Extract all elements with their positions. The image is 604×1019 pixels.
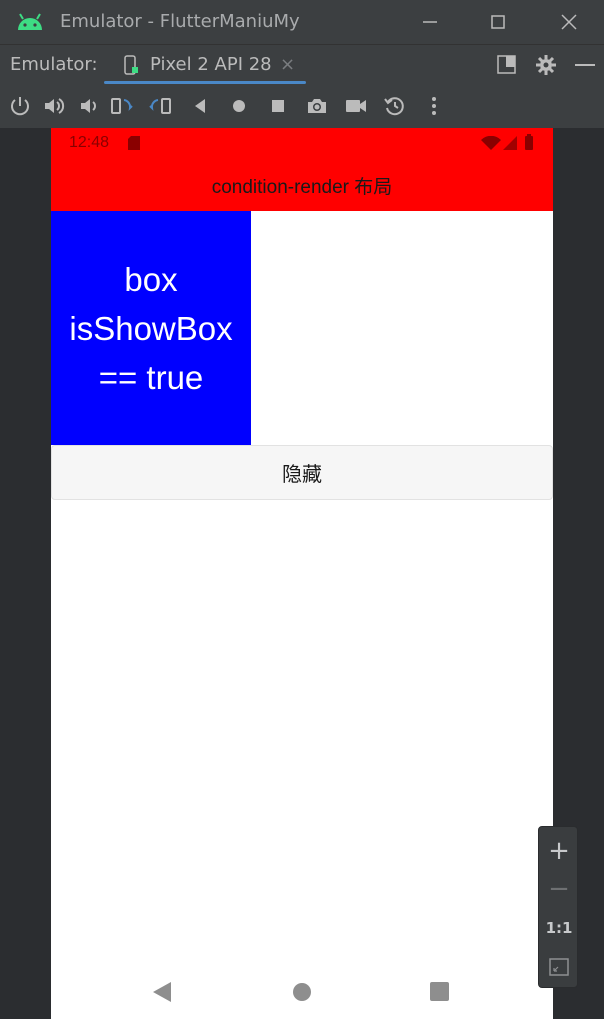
page-title: condition-render 布局 <box>211 177 393 198</box>
nav-home-icon[interactable] <box>291 981 313 1003</box>
android-nav-bar <box>51 968 553 1016</box>
layout-icon[interactable] <box>497 55 517 75</box>
zoom-controls: + − 1:1 <box>538 826 578 988</box>
nav-overview-icon[interactable] <box>429 981 451 1003</box>
more-icon[interactable] <box>422 94 446 118</box>
maximize-button[interactable] <box>484 8 512 36</box>
hide-button[interactable]: 隐藏 <box>51 445 553 500</box>
overview-icon[interactable] <box>266 94 290 118</box>
tab-pixel-2-api-28[interactable]: Pixel 2 API 28 × <box>104 45 306 85</box>
screenrecord-icon[interactable] <box>344 94 368 118</box>
box-line: == true <box>98 358 204 396</box>
nav-back-icon[interactable] <box>151 981 173 1003</box>
android-logo-icon <box>18 13 42 30</box>
zoom-one-to-one-button[interactable]: 1:1 <box>539 912 579 944</box>
rotate-right-icon[interactable] <box>148 94 172 118</box>
fit-screen-icon <box>549 958 569 976</box>
device-tab-label: Pixel 2 API 28 <box>150 54 272 75</box>
volume-up-icon[interactable] <box>42 94 66 118</box>
minimize-panel-icon[interactable] <box>575 63 595 67</box>
window-titlebar: Emulator - FlutterManiuMy <box>0 0 604 44</box>
power-icon[interactable] <box>8 94 32 118</box>
home-icon[interactable] <box>227 94 251 118</box>
wifi-icon <box>481 136 501 150</box>
box-line: box <box>124 260 178 298</box>
emulator-tabbar: Emulator: Pixel 2 API 28 × <box>0 44 604 84</box>
device-icon <box>124 55 138 75</box>
status-time: 12:48 <box>69 134 110 151</box>
maximize-icon <box>491 15 505 29</box>
screenshot-icon[interactable] <box>305 94 329 118</box>
close-icon <box>561 14 577 30</box>
signal-icon <box>503 136 517 150</box>
emulator-label: Emulator: <box>10 54 98 75</box>
back-icon[interactable] <box>188 94 212 118</box>
tab-close-icon[interactable]: × <box>280 54 295 75</box>
box-line: isShowBox <box>69 309 233 347</box>
gear-icon[interactable] <box>535 54 557 76</box>
close-window-button[interactable] <box>555 8 583 36</box>
minimize-button[interactable] <box>416 8 444 36</box>
window-title: Emulator - FlutterManiuMy <box>60 11 300 32</box>
zoom-fit-button[interactable] <box>539 951 579 983</box>
volume-down-icon[interactable] <box>76 94 100 118</box>
app-bar: 12:48 condition-render 布局 <box>51 128 553 211</box>
zoom-out-button[interactable]: − <box>539 873 579 905</box>
device-screen[interactable]: 12:48 condition-render 布局 box isShowBox … <box>51 128 553 1019</box>
battery-icon <box>525 134 533 150</box>
conditional-box: box isShowBox == true <box>51 211 251 445</box>
minimize-icon <box>423 21 437 23</box>
emulator-toolbar <box>0 84 604 128</box>
sd-card-icon <box>128 136 140 150</box>
rotate-left-icon[interactable] <box>110 94 134 118</box>
zoom-in-button[interactable]: + <box>539 835 579 867</box>
snapshot-icon[interactable] <box>383 94 407 118</box>
